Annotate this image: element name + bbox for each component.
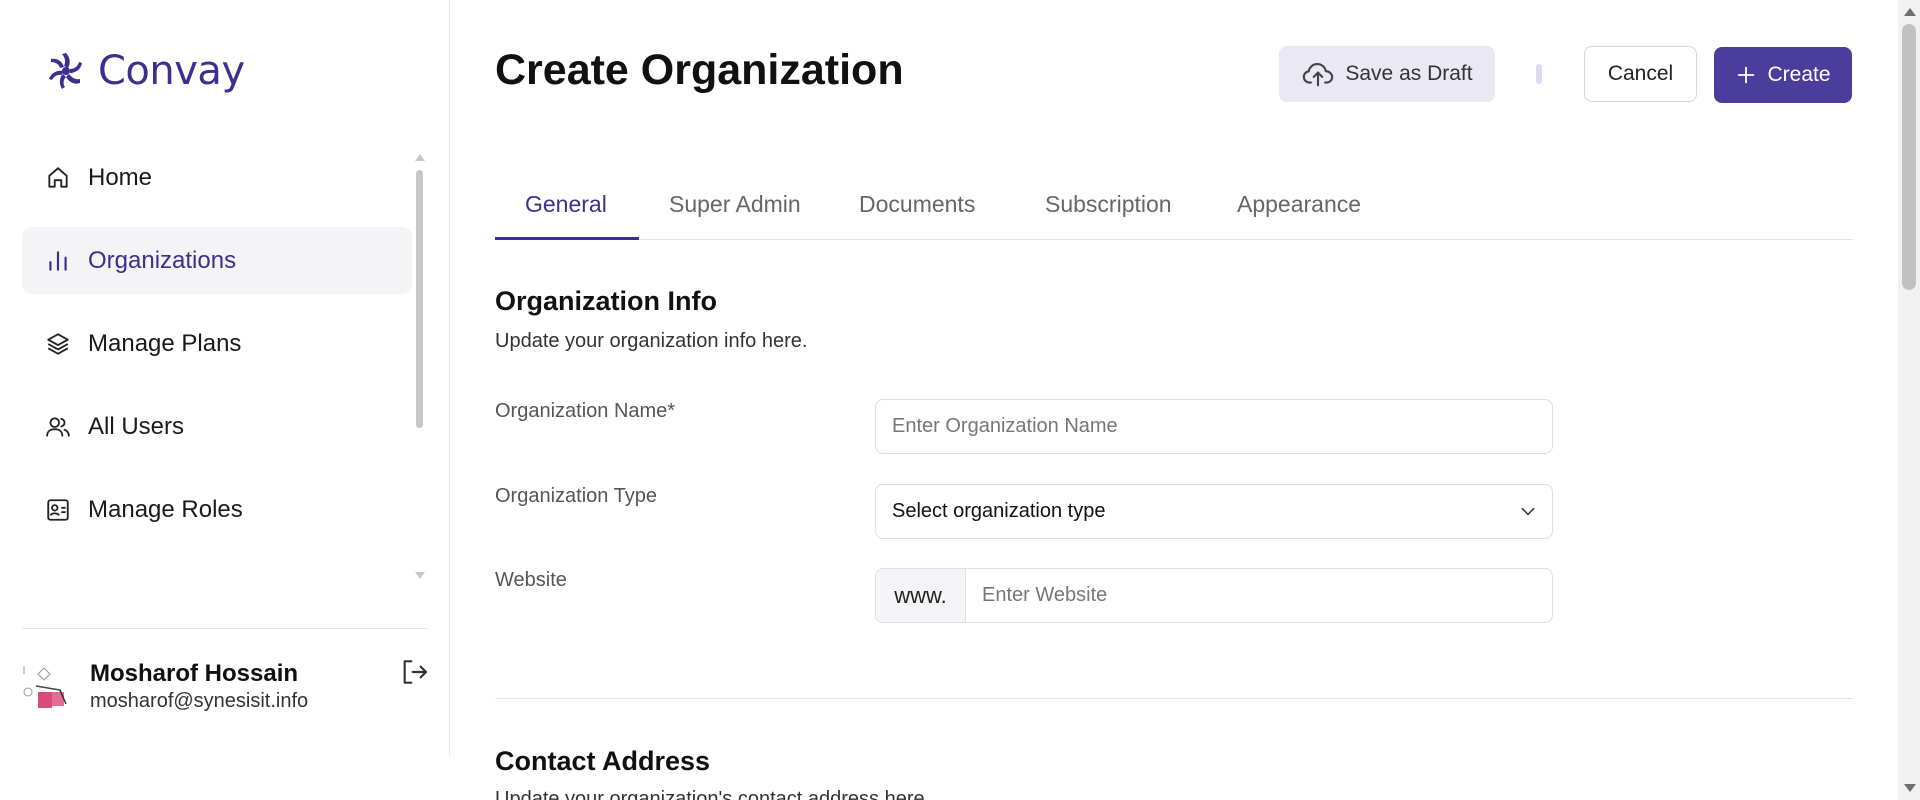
bar-chart-icon [44, 247, 72, 275]
page-scroll-up-arrow[interactable] [1904, 8, 1916, 16]
website-label: Website [495, 569, 567, 591]
save-draft-label: Save as Draft [1345, 62, 1473, 85]
organization-type-select[interactable]: Select organization type [875, 484, 1553, 539]
brand-name: Convay [98, 48, 245, 94]
sidebar-item-label: Home [88, 163, 153, 191]
convay-logo-icon [49, 53, 82, 89]
sidebar-item-label: Manage Roles [88, 495, 243, 523]
organization-name-label: Organization Name* [495, 400, 676, 422]
users-icon [44, 413, 72, 441]
section-title-contact-address: Contact Address [495, 746, 711, 776]
cancel-button[interactable]: Cancel [1584, 46, 1697, 102]
user-email: mosharof@synesisit.info [90, 690, 309, 712]
sidebar-scroll-down-arrow[interactable] [415, 572, 425, 579]
tab-documents[interactable]: Documents [859, 168, 975, 240]
tab-bar: General Super Admin Documents Subscripti… [495, 168, 1853, 240]
home-icon [44, 164, 72, 192]
create-label: Create [1767, 63, 1831, 86]
layers-icon [44, 330, 72, 358]
website-field: www. [875, 568, 1554, 623]
sidebar-nav: Home Organizations Manage Plans All User… [22, 144, 412, 584]
sidebar-item-label: Organizations [88, 246, 237, 274]
organization-name-input[interactable] [876, 400, 1552, 453]
section-title-organization-info: Organization Info [495, 286, 717, 316]
sidebar-item-all-users[interactable]: All Users [22, 393, 412, 460]
toolbar-separator [1536, 64, 1542, 84]
organization-type-value: Select organization type [892, 500, 1106, 522]
sidebar-scrollbar-thumb[interactable] [416, 170, 423, 428]
tab-subscription[interactable]: Subscription [1045, 168, 1172, 240]
tab-general[interactable]: General [525, 168, 607, 240]
chevron-down-icon [1521, 507, 1535, 516]
organization-name-field [875, 399, 1553, 454]
sidebar-item-label: Manage Plans [88, 329, 242, 357]
sidebar-item-organizations[interactable]: Organizations [22, 227, 412, 294]
save-draft-button[interactable]: Save as Draft [1279, 46, 1495, 102]
page-title: Create Organization [495, 46, 904, 94]
create-button[interactable]: Create [1714, 47, 1852, 103]
website-input[interactable] [966, 569, 1554, 622]
active-tab-indicator [495, 237, 639, 240]
tab-appearance[interactable]: Appearance [1237, 168, 1361, 240]
main-content: Create Organization Save as Draft Cancel… [451, 0, 1881, 800]
user-name: Mosharof Hossain [90, 660, 299, 687]
sidebar-scroll-up-arrow[interactable] [415, 154, 425, 161]
website-prefix: www. [876, 569, 966, 622]
section-subtitle-contact-address: Update your organization's contact addre… [495, 788, 931, 800]
cloud-upload-icon [1303, 63, 1334, 87]
user-divider [22, 628, 428, 629]
id-badge-icon [44, 496, 72, 524]
plus-icon [1738, 66, 1755, 84]
sidebar-item-manage-roles[interactable]: Manage Roles [22, 476, 412, 543]
sidebar-item-home[interactable]: Home [22, 144, 412, 211]
sidebar-item-label: All Users [88, 412, 185, 440]
page-scroll-down-arrow[interactable] [1904, 784, 1916, 792]
cancel-label: Cancel [1607, 62, 1674, 85]
logout-icon[interactable] [398, 656, 430, 688]
sidebar: Convay Home Organizations Manage Plans A… [0, 0, 450, 756]
sidebar-item-manage-plans[interactable]: Manage Plans [22, 310, 412, 377]
page-scrollbar-thumb[interactable] [1902, 24, 1916, 290]
avatar[interactable] [22, 664, 78, 720]
section-subtitle-organization-info: Update your organization info here. [495, 330, 808, 352]
organization-type-label: Organization Type [495, 485, 657, 507]
brand-logo[interactable]: Convay [44, 48, 245, 94]
tab-super-admin[interactable]: Super Admin [669, 168, 801, 240]
section-divider [495, 698, 1853, 699]
